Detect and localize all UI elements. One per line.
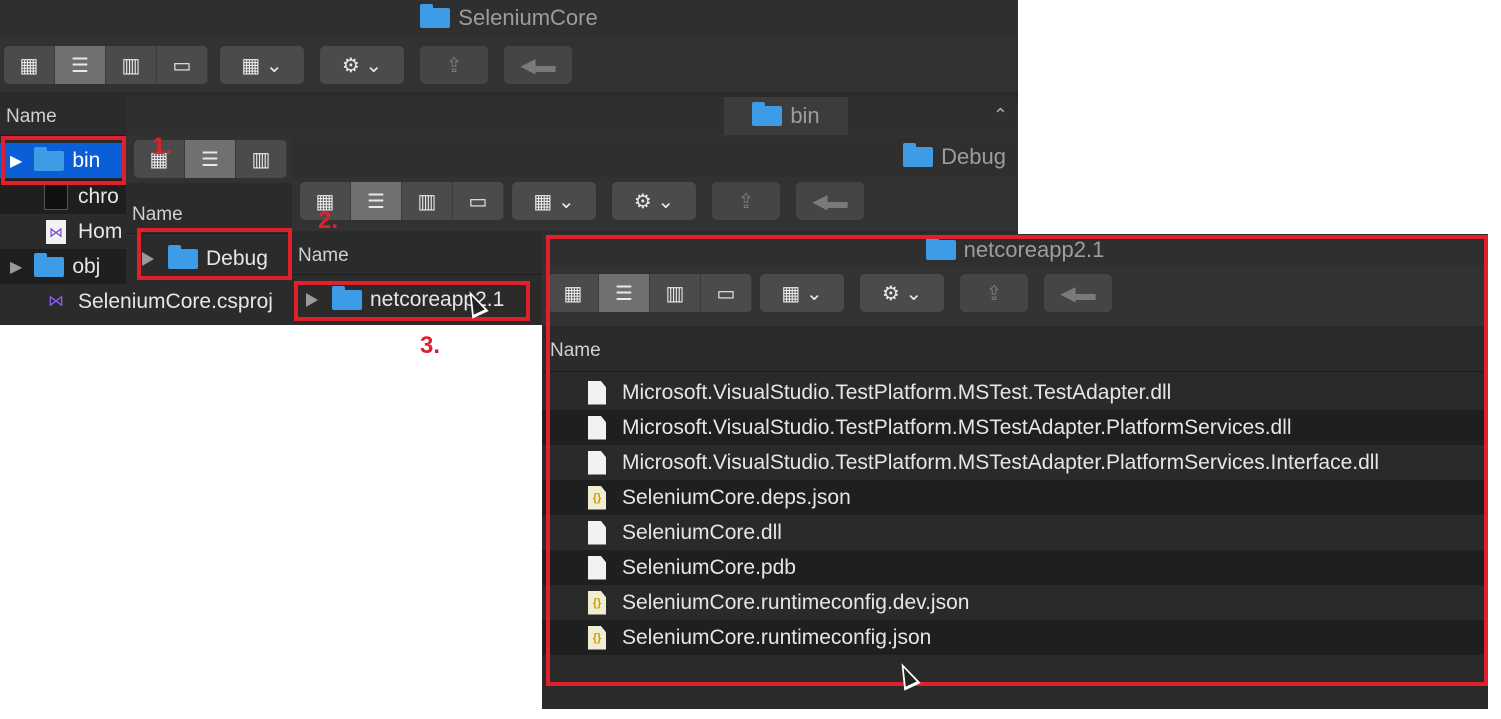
share-button[interactable]: ⇪ <box>712 182 780 220</box>
window-titlebar: Debug <box>292 137 1018 177</box>
window-titlebar: bin ⌃ <box>126 97 1018 135</box>
window-titlebar: SeleniumCore <box>0 0 1018 36</box>
folder-icon <box>420 4 451 28</box>
step-label-3: 3. <box>420 332 441 359</box>
window-title-tab: bin <box>724 97 848 135</box>
list-view-button[interactable]: ☰ <box>55 46 106 84</box>
disclosure-triangle-icon[interactable]: ▶ <box>10 257 22 277</box>
column-view-button[interactable]: ▥ <box>236 140 287 178</box>
tag-button[interactable]: ◀▬ <box>504 46 572 84</box>
highlight-bin <box>1 136 126 185</box>
tag-button[interactable]: ◀▬ <box>796 182 864 220</box>
csharp-file-icon: ⋈ <box>46 219 66 244</box>
list-view-button[interactable]: ☰ <box>351 182 402 220</box>
column-header-name[interactable]: Name <box>0 98 126 136</box>
chevron-up-icon[interactable]: ⌃ <box>993 105 1008 126</box>
highlight-netcoreapp-window <box>546 235 1488 686</box>
list-item-csproj[interactable]: ⋈ SeleniumCore.csproj <box>0 284 296 319</box>
window-toolbar: ▦ ☰ ▥ ▭ ▦ ⌄ ⚙ ⌄ ⇪ ◀▬ <box>0 36 1018 92</box>
step-label-2: 2. <box>318 207 339 234</box>
csproj-file-icon: ⋈ <box>48 292 64 310</box>
window-title: bin <box>790 103 820 128</box>
gallery-view-button[interactable]: ▭ <box>453 182 504 220</box>
group-button[interactable]: ▦ ⌄ <box>220 46 304 84</box>
folder-icon <box>752 102 783 126</box>
view-mode-control: ▦ ☰ ▥ ▭ <box>4 46 208 84</box>
list-item-home[interactable]: ⋈ Hom <box>0 214 126 249</box>
highlight-netcoreapp <box>294 281 530 321</box>
gallery-view-button[interactable]: ▭ <box>157 46 208 84</box>
column-view-button[interactable]: ▥ <box>402 182 453 220</box>
group-button[interactable]: ▦ ⌄ <box>512 182 596 220</box>
executable-icon <box>44 183 68 210</box>
list-view-button[interactable]: ☰ <box>185 140 236 178</box>
column-view-button[interactable]: ▥ <box>106 46 157 84</box>
window-title: SeleniumCore <box>458 5 598 30</box>
list-item-obj[interactable]: ▶ obj <box>0 249 126 284</box>
action-gear-button[interactable]: ⚙ ⌄ <box>612 182 696 220</box>
highlight-debug <box>137 228 292 280</box>
action-gear-button[interactable]: ⚙ ⌄ <box>320 46 404 84</box>
share-button[interactable]: ⇪ <box>420 46 488 84</box>
window-title: Debug <box>941 144 1006 169</box>
folder-icon <box>903 143 934 167</box>
folder-icon <box>34 252 65 277</box>
column-header-name[interactable]: Name <box>292 237 546 275</box>
icon-view-button[interactable]: ▦ <box>4 46 55 84</box>
window-toolbar: ▦ ☰ ▥ ▭ ▦ ⌄ ⚙ ⌄ ⇪ ◀▬ <box>292 177 1018 231</box>
step-label-1: 1. <box>152 133 173 160</box>
